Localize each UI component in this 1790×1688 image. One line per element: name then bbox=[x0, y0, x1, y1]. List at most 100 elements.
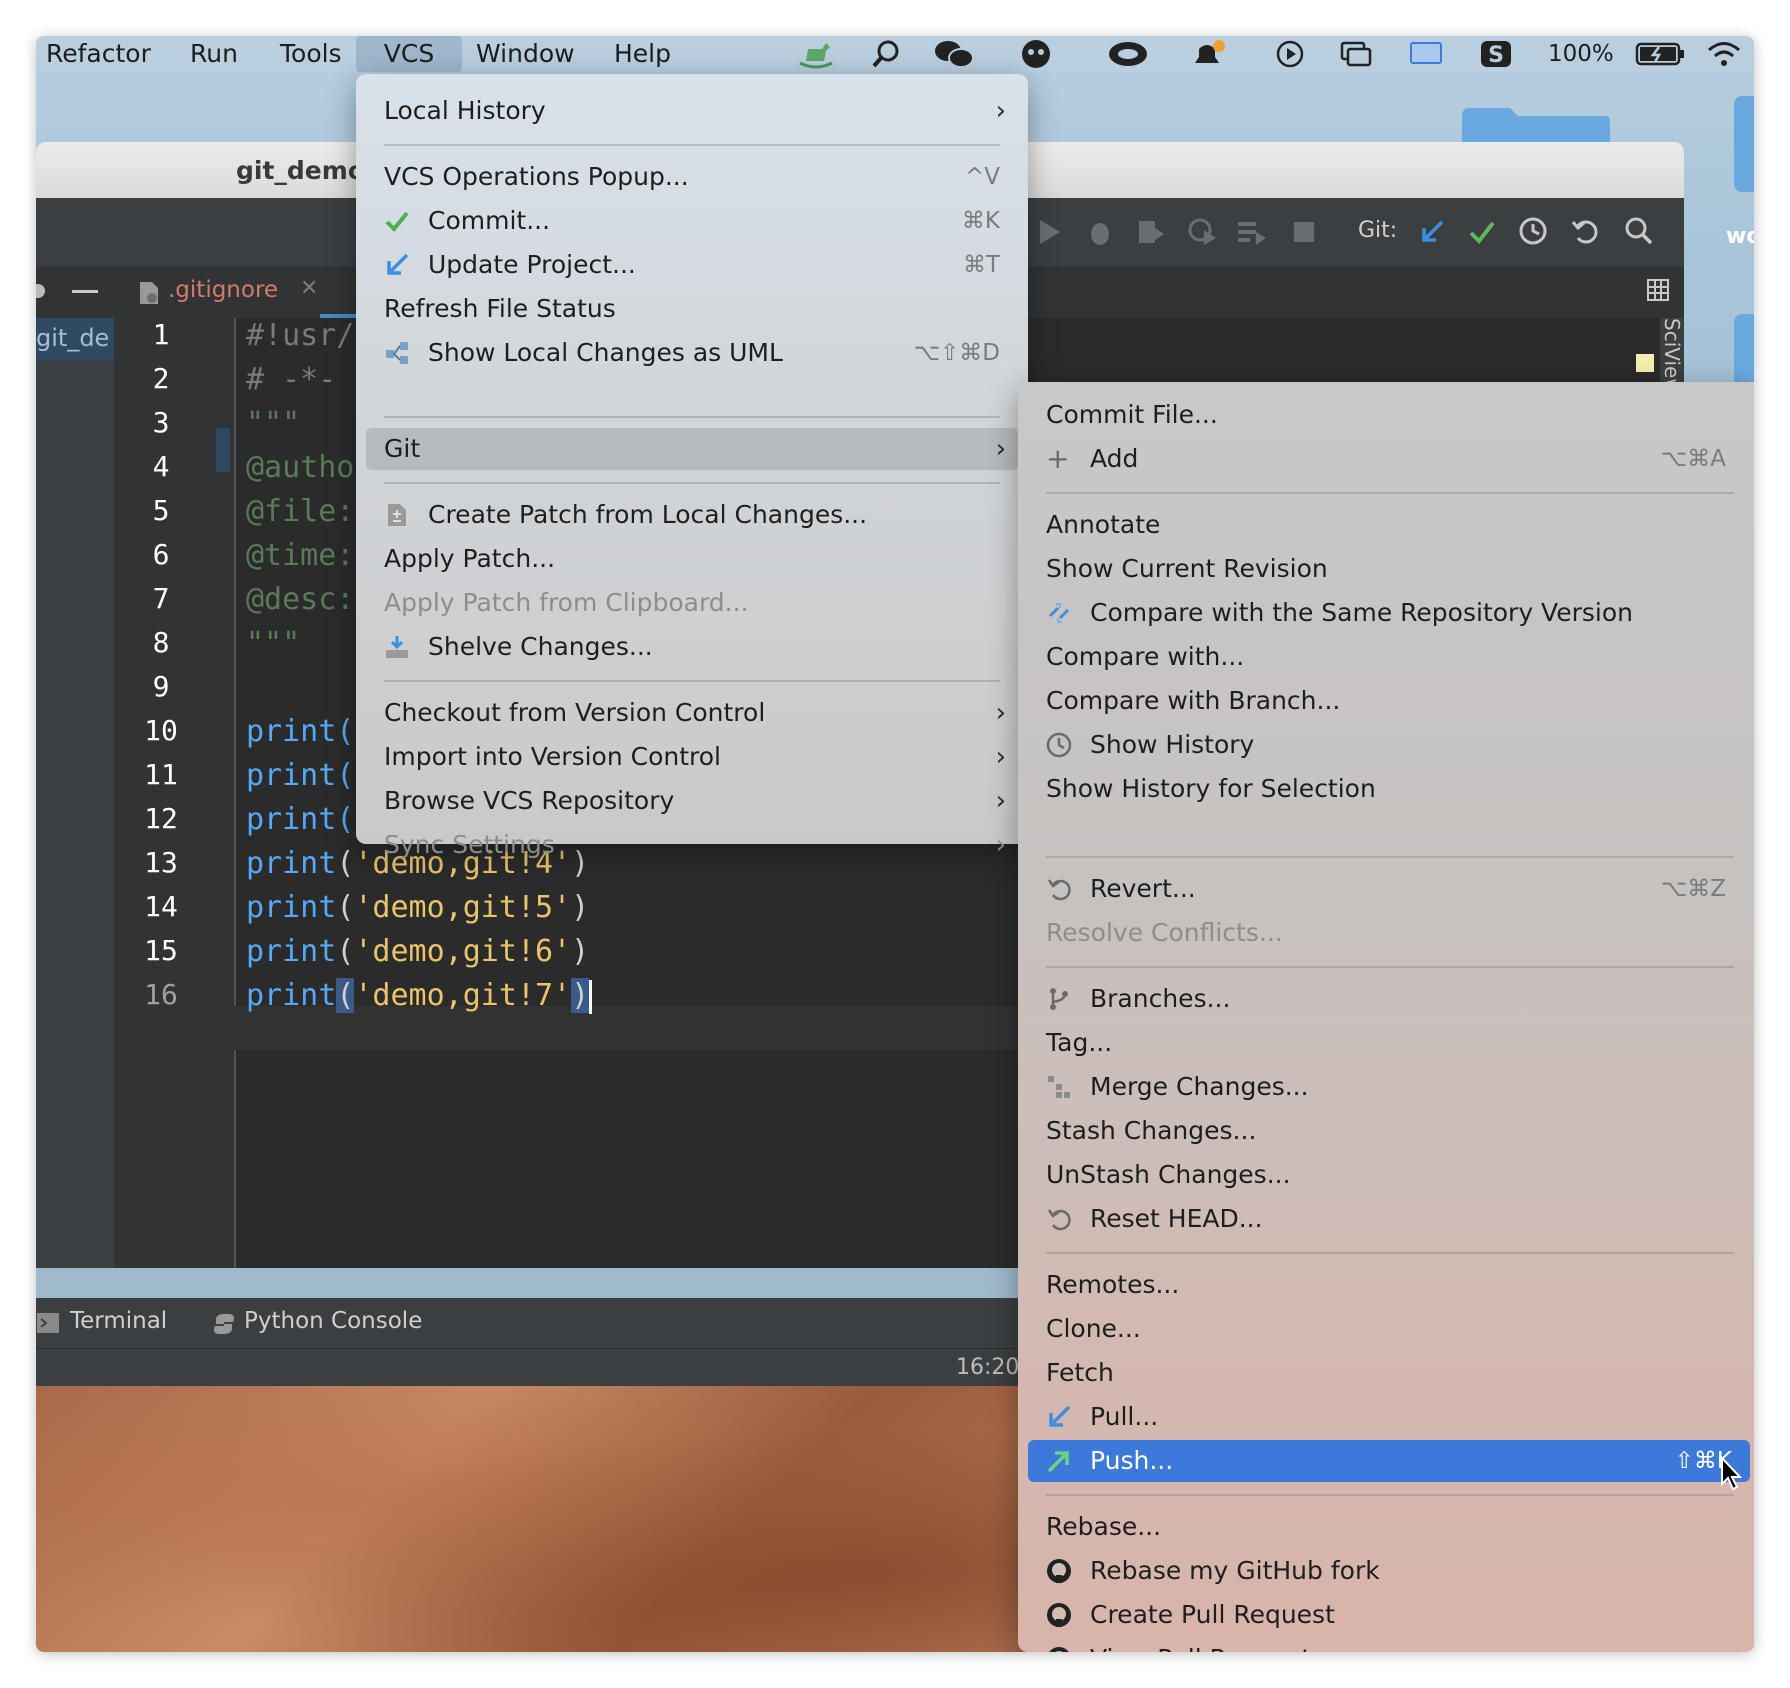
project-name[interactable]: git_de bbox=[36, 324, 109, 352]
code-line: @file: bbox=[246, 494, 355, 529]
menu-item-checkout[interactable]: Checkout from Version Control › bbox=[356, 692, 1028, 734]
menu-item-show-current-revision[interactable]: Show Current Revision bbox=[1018, 548, 1754, 590]
menu-item-rebase[interactable]: Rebase... bbox=[1018, 1506, 1754, 1548]
stop-icon[interactable] bbox=[1292, 220, 1316, 244]
menu-item-stash[interactable]: Stash Changes... bbox=[1018, 1110, 1754, 1152]
menu-tools[interactable]: Tools bbox=[280, 36, 342, 72]
profile-icon[interactable] bbox=[1188, 218, 1218, 246]
menu-item-remotes[interactable]: Remotes... bbox=[1018, 1264, 1754, 1306]
separator bbox=[1046, 1252, 1734, 1254]
menu-item-create-pr[interactable]: Create Pull Request bbox=[1018, 1594, 1754, 1636]
menu-item-commit[interactable]: Commit... ⌘K bbox=[356, 200, 1028, 242]
concurrency-icon[interactable] bbox=[1236, 218, 1268, 246]
desktop-folder-icon[interactable] bbox=[1460, 106, 1612, 146]
menu-item-compare-branch[interactable]: Compare with Branch... bbox=[1018, 680, 1754, 722]
menu-item-clone[interactable]: Clone... bbox=[1018, 1308, 1754, 1350]
menu-item-apply-patch-clipboard: Apply Patch from Clipboard... bbox=[384, 588, 749, 617]
code-line: print('demo,git!6') bbox=[246, 934, 590, 969]
coverage-icon[interactable] bbox=[1136, 218, 1166, 246]
menu-item-fetch[interactable]: Fetch bbox=[1018, 1352, 1754, 1394]
inspection-indicator[interactable] bbox=[1636, 354, 1654, 372]
menu-item-branches[interactable]: Branches... bbox=[1018, 978, 1754, 1020]
git-commit-icon[interactable] bbox=[1468, 218, 1496, 246]
rocking-horse-icon[interactable] bbox=[792, 39, 840, 69]
debug-icon[interactable] bbox=[1086, 218, 1114, 246]
menu-item-shelve[interactable]: Shelve Changes... bbox=[356, 626, 1028, 668]
windows-icon[interactable] bbox=[1336, 39, 1376, 69]
menu-item-merge[interactable]: Merge Changes... bbox=[1018, 1066, 1754, 1108]
menu-item-update-project[interactable]: Update Project... ⌘T bbox=[356, 244, 1028, 286]
cursor-position[interactable]: 16:20 bbox=[956, 1355, 1019, 1380]
sciview-grid-icon[interactable] bbox=[1646, 278, 1670, 302]
menu-item-commit-file[interactable]: Commit File... bbox=[1018, 394, 1754, 436]
menu-item-show-history-selection[interactable]: Show History for Selection bbox=[1018, 768, 1754, 810]
menu-item-tag[interactable]: Tag... bbox=[1018, 1022, 1754, 1064]
push-arrow-icon bbox=[1047, 1451, 1069, 1473]
tab-label: .gitignore bbox=[168, 277, 279, 303]
collapse-icon[interactable] bbox=[72, 290, 98, 293]
separator bbox=[384, 144, 1000, 146]
menu-item-show-history[interactable]: Show History bbox=[1018, 724, 1754, 766]
terminal-tab[interactable]: Terminal bbox=[36, 1298, 176, 1348]
git-submenu: Commit File... + Add ⌥⌘A Annotate Show C… bbox=[1018, 382, 1754, 1652]
shelve-icon bbox=[386, 636, 408, 658]
menu-item-annotate[interactable]: Annotate bbox=[1018, 504, 1754, 546]
git-rollback-icon[interactable] bbox=[1570, 216, 1600, 246]
menu-item-local-history[interactable]: Local History › bbox=[356, 90, 1028, 132]
display-icon[interactable] bbox=[1406, 39, 1446, 69]
menu-item-pull[interactable]: Pull... bbox=[1018, 1396, 1754, 1438]
menu-help[interactable]: Help bbox=[614, 36, 671, 72]
menu-window[interactable]: Window bbox=[476, 36, 575, 72]
face-icon[interactable] bbox=[1016, 39, 1056, 69]
desktop-folder-right-icon[interactable] bbox=[1732, 94, 1754, 194]
run-icon[interactable] bbox=[1036, 218, 1064, 246]
close-tab-icon[interactable]: ✕ bbox=[300, 276, 318, 301]
s-app-icon[interactable]: S bbox=[1476, 39, 1516, 69]
menu-run[interactable]: Run bbox=[190, 36, 238, 72]
settings-gear-icon[interactable] bbox=[36, 280, 48, 302]
menu-item-git[interactable]: Git › bbox=[366, 428, 1018, 470]
project-panel: git_de bbox=[36, 318, 114, 1268]
menu-refactor[interactable]: Refactor bbox=[46, 36, 151, 72]
menu-item-operations-popup[interactable]: VCS Operations Popup... ^V bbox=[356, 156, 1028, 198]
menu-item-compare-same-repo[interactable]: Compare with the Same Repository Version bbox=[1018, 592, 1754, 634]
menu-item-view-prs[interactable]: View Pull Requests bbox=[1018, 1638, 1754, 1652]
git-history-icon[interactable] bbox=[1518, 216, 1548, 246]
battery-icon[interactable] bbox=[1634, 39, 1688, 69]
menu-item-compare-with[interactable]: Compare with... bbox=[1018, 636, 1754, 678]
git-update-icon[interactable] bbox=[1418, 218, 1446, 246]
menu-item-push[interactable]: Push... ⇧⌘K bbox=[1028, 1440, 1750, 1482]
wechat-icon[interactable] bbox=[932, 39, 976, 69]
line-number: 5 bbox=[152, 494, 170, 527]
github-icon bbox=[1047, 1559, 1071, 1583]
search-everywhere-icon[interactable] bbox=[1624, 216, 1654, 246]
creative-cloud-icon[interactable] bbox=[1106, 39, 1150, 69]
terminal-icon bbox=[37, 1313, 59, 1333]
wifi-icon[interactable] bbox=[1704, 39, 1744, 69]
menu-item-create-patch[interactable]: Create Patch from Local Changes... bbox=[356, 494, 1028, 536]
play-circle-icon[interactable] bbox=[1272, 39, 1308, 69]
github-icon bbox=[1047, 1603, 1071, 1627]
menu-item-revert[interactable]: Revert... ⌥⌘Z bbox=[1018, 868, 1754, 910]
menu-item-browse[interactable]: Browse VCS Repository › bbox=[356, 780, 1028, 822]
mouse-cursor-icon bbox=[1721, 1456, 1743, 1491]
menu-item-reset-head[interactable]: Reset HEAD... bbox=[1018, 1198, 1754, 1240]
bottom-tool-bar: Terminal Python Console bbox=[36, 1298, 1056, 1348]
menu-item-import[interactable]: Import into Version Control › bbox=[356, 736, 1028, 778]
menu-item-show-uml[interactable]: Show Local Changes as UML ⌥⇧⌘D bbox=[356, 332, 1028, 374]
menu-item-refresh-status[interactable]: Refresh File Status bbox=[356, 288, 1028, 330]
menu-bar: Refactor Run Tools VCS Window Help S 100… bbox=[36, 36, 1754, 72]
chevron-right-icon: › bbox=[995, 698, 1006, 728]
menu-item-unstash[interactable]: UnStash Changes... bbox=[1018, 1154, 1754, 1196]
search-key-icon[interactable] bbox=[866, 39, 906, 69]
line-number: 15 bbox=[144, 934, 178, 967]
tab-gitignore[interactable]: .gitignore ✕ bbox=[130, 266, 340, 318]
code-line: @autho bbox=[246, 450, 355, 485]
menu-vcs[interactable]: VCS bbox=[356, 36, 462, 72]
branch-icon bbox=[1050, 988, 1068, 1010]
notification-bell-icon[interactable] bbox=[1186, 39, 1230, 69]
menu-item-add[interactable]: + Add ⌥⌘A bbox=[1018, 438, 1754, 480]
menu-item-apply-patch[interactable]: Apply Patch... bbox=[356, 538, 1028, 580]
menu-item-rebase-fork[interactable]: Rebase my GitHub fork bbox=[1018, 1550, 1754, 1592]
python-console-tab[interactable]: Python Console bbox=[212, 1298, 432, 1348]
